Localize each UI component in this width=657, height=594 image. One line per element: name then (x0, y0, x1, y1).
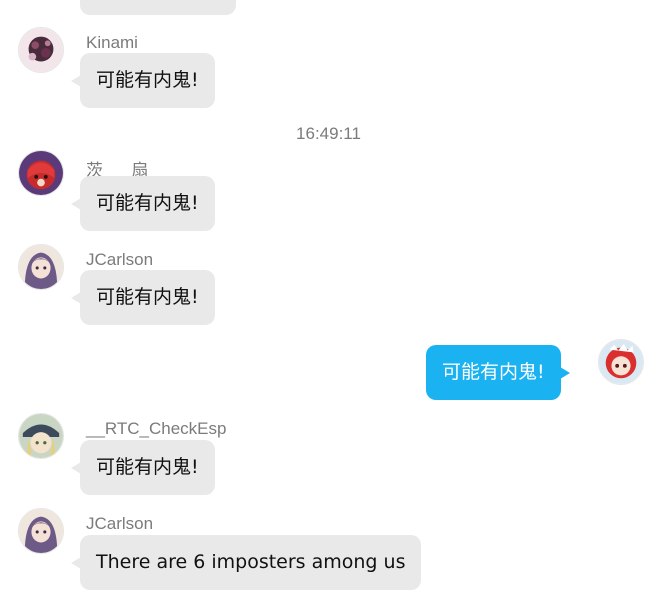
message-bubble[interactable]: 可能有内鬼! (71, 53, 215, 108)
avatar-self[interactable] (598, 339, 644, 385)
sender-name: JCarlson (86, 250, 154, 269)
avatar-jcarlson[interactable] (18, 244, 64, 290)
sender-name: Kinami (86, 33, 138, 52)
message-bubble[interactable]: 可能有内鬼! (71, 270, 215, 325)
avatar-rtc-checkesp[interactable] (18, 413, 64, 459)
message-bubble-partial (80, 0, 236, 15)
message-timestamp: 16:49:11 (296, 124, 361, 143)
avatar-jcarlson[interactable] (18, 508, 64, 554)
own-message-bubble[interactable]: 可能有内鬼! (426, 345, 570, 400)
message-bubble[interactable]: There are 6 imposters among us (70, 535, 422, 590)
sender-name: __RTC_CheckEsp (86, 419, 227, 438)
sender-name: JCarlson (86, 514, 154, 533)
chat-window: Kinami 可能有内鬼! 16:49:11 茨___扇 可能有内鬼! JCar… (0, 0, 657, 594)
avatar-kinami[interactable] (18, 27, 64, 73)
message-bubble[interactable]: 可能有内鬼! (71, 176, 215, 231)
avatar-ci-shan[interactable] (18, 150, 64, 196)
message-bubble[interactable]: 可能有内鬼! (71, 440, 215, 495)
